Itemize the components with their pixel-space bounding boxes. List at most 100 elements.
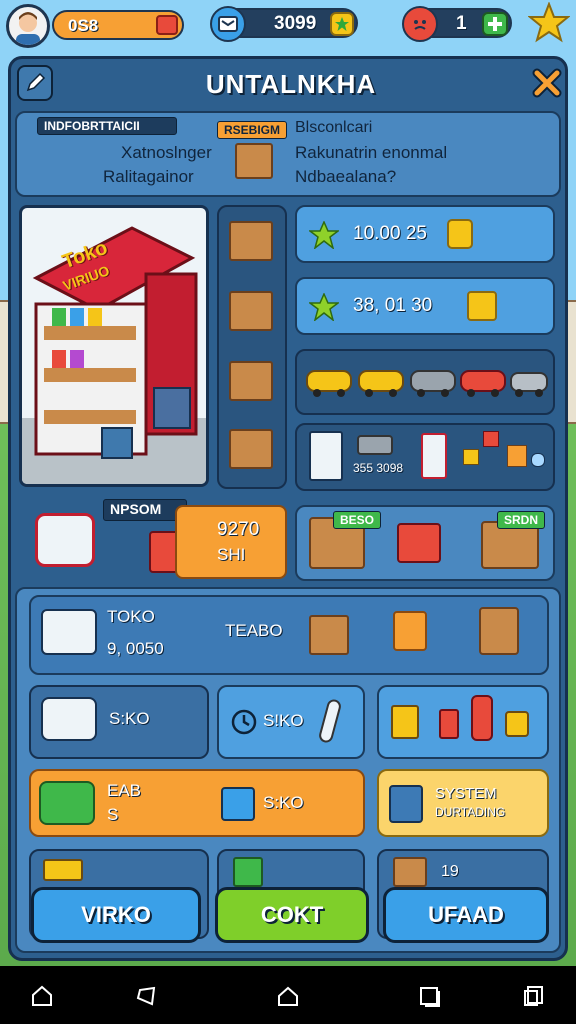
avatar-face-icon	[16, 12, 40, 45]
items-row: 355 3098	[295, 423, 555, 491]
soda-can-icon	[439, 709, 459, 739]
category-column	[217, 205, 287, 489]
shop-info-section: INDFOBRTTAICII RSEBIGM Xatnoslnger Ralit…	[15, 111, 561, 197]
vehicle-icons	[306, 370, 548, 397]
plus-icon	[488, 17, 502, 31]
toy-cart-icon[interactable]	[397, 523, 441, 563]
recent-apps-icon[interactable]	[418, 984, 442, 1008]
promo-offers: BESO SRDN	[295, 505, 555, 581]
scanner-icon	[317, 697, 343, 745]
close-button[interactable]	[529, 65, 565, 101]
gift-box-icon	[467, 291, 497, 321]
system-navigation-bar	[0, 966, 576, 1024]
info-right-line2: Rakunatrin enonmal	[295, 143, 448, 162]
toko-card[interactable]: TOKO 9, 0050 TEABO	[29, 595, 549, 675]
star-icon	[309, 293, 339, 321]
cup-icon	[505, 711, 529, 737]
home-icon[interactable]	[276, 984, 300, 1008]
category-crate-goods[interactable]	[229, 361, 273, 401]
products-card[interactable]	[377, 685, 549, 759]
info-right-line1: Blsconlcari	[295, 119, 373, 136]
fridge-icon	[421, 433, 447, 479]
home-outline-icon[interactable]	[30, 984, 54, 1008]
timer-card[interactable]: S!KO	[217, 685, 365, 759]
avatar[interactable]	[6, 4, 50, 48]
add-tickets-button[interactable]	[330, 12, 354, 36]
clock-icon	[231, 709, 257, 735]
info-right-line3: Ndbaealana?	[295, 167, 397, 186]
small-gift-icon	[483, 431, 499, 447]
gift-icon[interactable]	[156, 15, 178, 35]
toko-value: 9, 0050	[107, 639, 164, 658]
info-tag-left: INDFOBRTTAICII	[37, 117, 177, 135]
ticket-icon	[210, 6, 246, 42]
category-crate-flowers[interactable]	[229, 221, 273, 261]
star-icon	[335, 17, 349, 31]
row-b-orange-value: S:KO	[263, 793, 304, 812]
coins-value: 0S8	[68, 16, 99, 35]
delivery-card[interactable]: EAB S S:KO	[29, 769, 365, 837]
small-bag-icon	[507, 445, 527, 467]
crate-icon	[235, 143, 273, 179]
promo-price-line1: 9270	[217, 519, 260, 540]
basket-icon[interactable]	[35, 513, 95, 567]
package-icon	[221, 787, 255, 821]
info-left-line1: Xatnoslnger	[121, 143, 212, 162]
row-b-orange-line2: S	[107, 805, 119, 824]
shop-building-illustration	[22, 226, 206, 484]
delivery-truck-icon	[39, 781, 95, 825]
battery-icon	[447, 219, 473, 249]
small-box-icon	[463, 449, 479, 465]
row-b-orange-line1: EAB	[107, 781, 142, 800]
vehicles-row	[295, 349, 555, 415]
add-lives-button[interactable]	[482, 12, 508, 36]
row-a-card1-label: S:KO	[109, 709, 150, 728]
cokt-button[interactable]: COKT	[215, 887, 369, 943]
plant-pot-icon	[393, 611, 427, 651]
category-crate-produce[interactable]	[229, 291, 273, 331]
system-card[interactable]: SYSTEM DURTADING	[377, 769, 549, 837]
car-yellow-icon	[306, 370, 352, 397]
screenshot-icon[interactable]	[522, 984, 546, 1008]
fruit-crate-icon	[309, 615, 349, 655]
badge-left: BESO	[333, 511, 382, 529]
star-rewards-icon[interactable]	[528, 2, 570, 44]
badge-right: SRDN	[497, 511, 546, 529]
close-icon	[532, 68, 562, 98]
car-silver-icon	[510, 372, 548, 397]
promo-price-line2: SHI	[217, 545, 246, 564]
items-count: 355 3098	[353, 461, 404, 475]
box-icon	[393, 857, 427, 887]
promo-price-tag[interactable]: 9270 SHI	[175, 505, 287, 579]
book-icon	[233, 857, 263, 887]
system-line2: DURTADING	[435, 805, 506, 819]
top-status-bar: 0S8 3099 1	[0, 0, 576, 52]
coins-counter: 0S8	[52, 10, 184, 40]
virko-button[interactable]: VIRKO	[31, 887, 201, 943]
ufaad-button[interactable]: UFAAD	[383, 887, 549, 943]
stat-card-1[interactable]: 10.00 25	[295, 205, 555, 263]
stat-card-2[interactable]: 38, 01 30	[295, 277, 555, 335]
bottle-icon	[471, 695, 493, 741]
checkout-counter-icon	[41, 697, 97, 741]
info-left-line2: Ralitagainor	[103, 167, 194, 186]
shop-management-panel: UNTALNKHA INDFOBRTTAICII RSEBIGM Xatnosl…	[8, 56, 568, 961]
star-icon	[309, 221, 339, 249]
tag-icon	[43, 859, 83, 881]
car-red-icon	[460, 370, 506, 397]
row-a-card2-label: S!KO	[263, 711, 304, 730]
system-line1: SYSTEM	[435, 785, 497, 802]
truck-icon	[357, 435, 393, 455]
delivery-van-icon	[41, 609, 97, 655]
toko-name: TOKO	[107, 607, 155, 626]
info-tag-center: RSEBIGM	[217, 121, 288, 139]
small-ball-icon	[531, 453, 545, 467]
category-crate-box[interactable]	[229, 429, 273, 469]
heart-icon	[402, 6, 438, 42]
checkout-card[interactable]: S:KO	[29, 685, 209, 759]
dolly-cart-icon	[479, 607, 519, 655]
back-icon[interactable]	[134, 984, 158, 1008]
car-grey-icon	[410, 370, 456, 397]
shop-building-image[interactable]: Toko VIRIUO	[19, 205, 209, 487]
lives-value: 1	[456, 13, 467, 34]
